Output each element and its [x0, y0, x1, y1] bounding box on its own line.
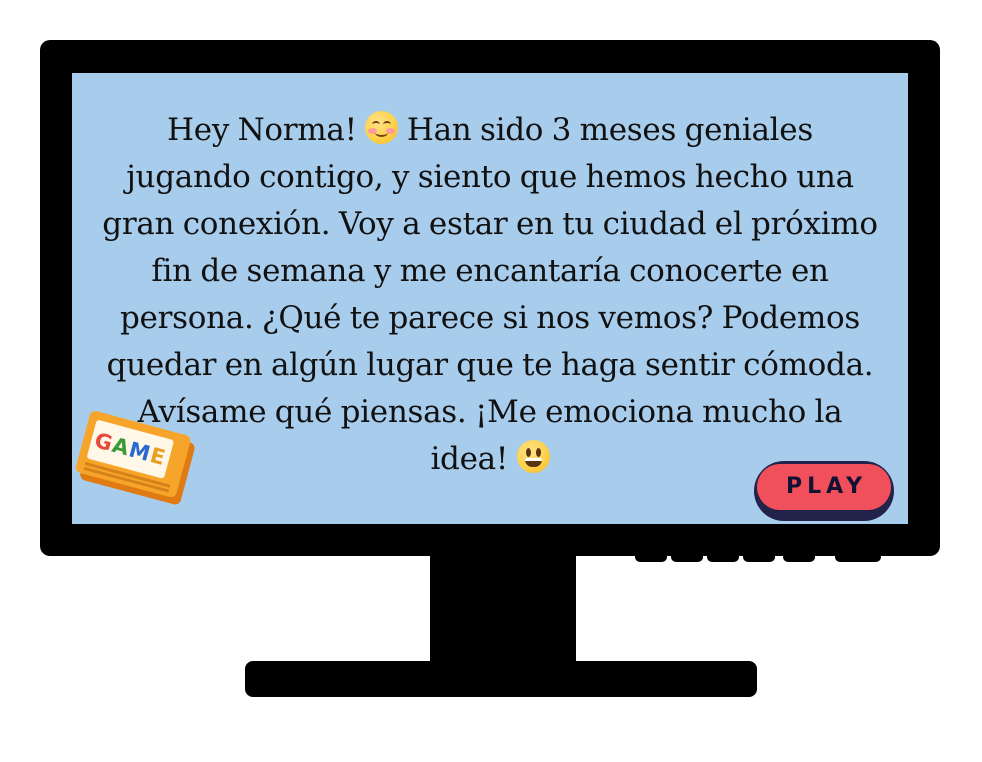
monitor-power-button[interactable]	[835, 553, 881, 562]
monitor-screen: Hey Norma! Han sido 3 meses geniales juga…	[72, 73, 908, 524]
smiling-face-emoji-icon	[365, 111, 399, 144]
monitor-control-button[interactable]	[671, 553, 703, 562]
message-line-7: Avísame qué piensas. ¡Me emociona mucho …	[137, 394, 843, 430]
cartridge-label: GAME	[86, 419, 175, 479]
message-line-3: gran conexión. Voy a estar en tu ciudad …	[102, 206, 878, 242]
monitor-control-buttons	[635, 553, 885, 563]
grinning-face-emoji-icon	[516, 440, 550, 473]
message-line-1-end: Han sido 3 meses geniales	[398, 112, 813, 148]
chat-message: Hey Norma! Han sido 3 meses geniales juga…	[92, 107, 888, 483]
play-button-label[interactable]: PLAY	[757, 464, 891, 510]
message-line-6: quedar en algún lugar que te haga sentir…	[106, 347, 874, 383]
message-line-1-start: Hey Norma!	[167, 112, 366, 148]
monitor-control-button[interactable]	[783, 553, 815, 562]
monitor-control-button[interactable]	[743, 553, 775, 562]
monitor-stand-base	[245, 661, 757, 697]
message-line-2: jugando contigo, y siento que hemos hech…	[126, 159, 854, 195]
monitor-stand-neck	[430, 556, 576, 666]
monitor-control-button[interactable]	[707, 553, 739, 562]
message-line-4: fin de semana y me encantaría conocerte …	[151, 253, 829, 289]
monitor-control-button[interactable]	[635, 553, 667, 562]
message-line-8: idea!	[430, 441, 517, 477]
play-button[interactable]: PLAY	[754, 461, 894, 521]
message-line-5: persona. ¿Qué te parece si nos vemos? Po…	[120, 300, 860, 336]
